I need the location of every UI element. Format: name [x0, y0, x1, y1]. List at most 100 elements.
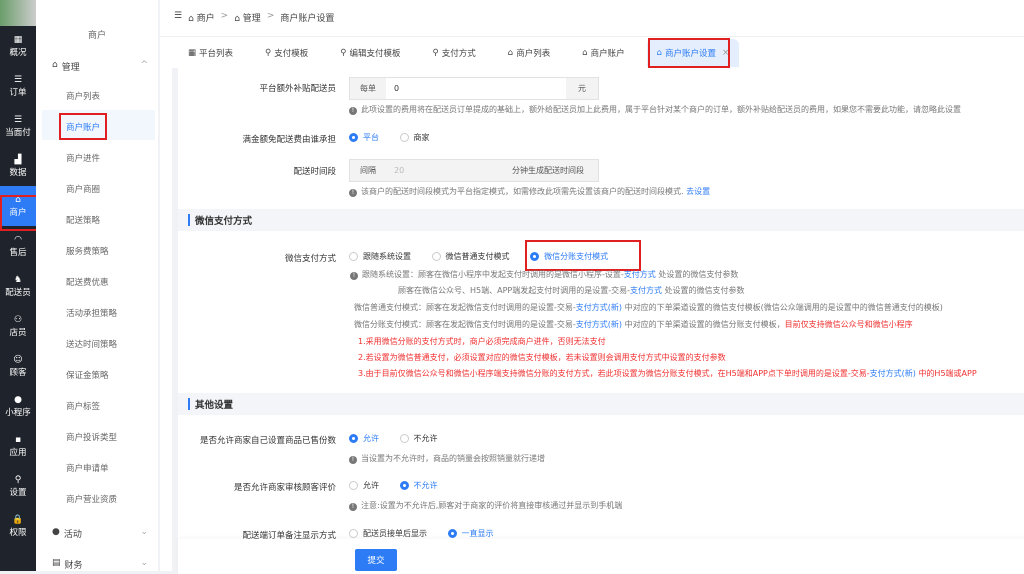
warning-line: 2.若设置为微信普通支付，必须设置对应的微信支付模板，若未设置则会调用支付方式中…	[358, 353, 726, 362]
grid-icon: ▦	[13, 34, 23, 45]
submenu-item[interactable]: 商户账户	[66, 121, 100, 133]
suffix: 分钟生成配送时间段	[498, 160, 598, 181]
wechat-icon: ●	[14, 394, 22, 405]
rail-label: 应用	[9, 447, 27, 458]
subsidy-input-group: 每单 0 元	[349, 77, 599, 100]
tab-icon: ▦	[188, 47, 197, 58]
pay-method-new-link[interactable]: 支付方式(新)	[576, 320, 622, 329]
rail-item-apps[interactable]: ▪ 应用	[0, 426, 36, 466]
tab[interactable]: ⚲ 支付模板	[265, 47, 308, 59]
submenu-item[interactable]: 商户营业资质	[66, 493, 117, 505]
rail-label: 配送员	[5, 287, 31, 298]
pay-method-link[interactable]: 支付方式	[630, 286, 662, 295]
radio-after-accept[interactable]: 配送员接单后显示	[349, 528, 427, 539]
list-icon: ☰	[13, 114, 23, 125]
submenu-item[interactable]: 送达时间策略	[66, 338, 117, 350]
subsidy-note: ! 此项设置的费用将在配送员订单提成的基础上，额外给配送员加上此费用，属于平台针对…	[349, 104, 961, 115]
submenu-title: 商户	[87, 31, 106, 41]
tab[interactable]: ⌂ 商户账户	[582, 47, 624, 59]
warning-line: 1.采用微信分账的支付方式时，商户必须完成商户进件，否则无法支付	[358, 337, 606, 346]
rail-label: 商户	[9, 207, 27, 218]
period-input: 20	[386, 160, 498, 181]
rail-item-list[interactable]: ☰ 当面付	[0, 106, 36, 146]
radio-disallow[interactable]: 不允许	[399, 480, 438, 491]
tab[interactable]: ⌂ 商户列表	[508, 47, 550, 59]
tab[interactable]: ⚲ 编辑支付模板	[340, 47, 400, 59]
submenu: 商户 ⌂ 管理 ^ 商户列表商户账户商户进件商户商圈配送策略服务费策略配送费优惠活动…	[36, 0, 158, 571]
submenu-item[interactable]: 商户进件	[66, 152, 100, 164]
rail-item-users[interactable]: ⚇ 店员	[0, 306, 36, 346]
rail-label: 权限	[9, 527, 27, 538]
submenu-item[interactable]: 活动承担策略	[66, 307, 117, 319]
submenu-item[interactable]: 保证金策略	[66, 369, 109, 381]
rail-item-bar-chart[interactable]: ▟ 数据	[0, 146, 36, 186]
wechat-pay-label: 微信支付方式	[284, 254, 336, 264]
main: ☰ ⌂ 商户 > ⌂ 管理 > 商户账户设置 ▦ 平台列表 ⚲ 支付模板 ⚲ 编辑支付模板 ⚲ 支…	[160, 0, 1024, 574]
rail-item-customer[interactable]: ☺ 顾客	[0, 346, 36, 386]
submenu-item[interactable]: 商户标签	[66, 400, 100, 412]
sold-radio-group: 允许 不允许	[349, 433, 456, 445]
submenu-item[interactable]: 商户投诉类型	[66, 431, 117, 443]
store-icon: ⌂	[15, 194, 21, 205]
breadcrumb-item[interactable]: ⌂ 管理	[234, 11, 261, 24]
radio-follow-system[interactable]: 跟随系统设置	[349, 251, 411, 262]
submenu-item[interactable]: 配送费优惠	[66, 276, 109, 288]
pay-method-link[interactable]: 支付方式	[624, 270, 656, 279]
group-label: 财务	[64, 561, 83, 571]
tab[interactable]: ⚲ 支付方式	[433, 47, 476, 59]
chevron-down-icon: ⌄	[140, 558, 148, 568]
submenu-item[interactable]: 配送策略	[66, 214, 100, 226]
radio-merchant[interactable]: 商家	[399, 132, 430, 143]
radio-platform[interactable]: 平台	[349, 132, 379, 143]
rail-item-lock[interactable]: 🔒 权限	[0, 506, 36, 546]
close-icon[interactable]: ×	[722, 48, 729, 58]
tab-icon: ⚲	[340, 47, 347, 58]
sold-note: ! 当设置为不允许时，商品的销量会按照销量就行递增	[349, 453, 545, 464]
tab-bar: ▦ 平台列表 ⚲ 支付模板 ⚲ 编辑支付模板 ⚲ 支付方式 ⌂ 商户列表 ⌂ 商户账户 ⌂ 商户账户设置 ×	[160, 36, 1024, 68]
submenu-item[interactable]: 商户商圈	[66, 183, 100, 195]
radio-disallow[interactable]: 不允许	[399, 433, 438, 444]
suffix: 元	[566, 78, 598, 99]
rail-item-wechat[interactable]: ● 小程序	[0, 386, 36, 426]
go-settings-link[interactable]: 去设置	[686, 187, 710, 196]
wechat-help-line: 微信分账支付模式：顾客在发起微信支付时调用的是设置-交易-支付方式(新) 中对应…	[354, 320, 913, 329]
tab[interactable]: ▦ 平台列表	[188, 47, 233, 59]
radio-always[interactable]: 一直显示	[447, 528, 494, 539]
rail-item-rider[interactable]: ♞ 配送员	[0, 266, 36, 306]
rail-item-store[interactable]: ⌂ 商户	[0, 186, 36, 226]
submenu-group-activity[interactable]: ● 活动 ⌄	[52, 527, 148, 540]
radio-allow[interactable]: 允许	[349, 433, 379, 444]
submit-button[interactable]: 提交	[355, 549, 397, 571]
rail-item-headset[interactable]: ◠ 售后	[0, 226, 36, 266]
rail-label: 店员	[9, 327, 27, 338]
submenu-item[interactable]: 商户列表	[66, 90, 100, 102]
submenu-group-finance[interactable]: ▤ 财务 ⌄	[52, 558, 148, 571]
submenu-item[interactable]: 服务费策略	[66, 245, 109, 257]
collapse-menu-icon[interactable]: ☰	[174, 11, 182, 24]
radio-wechat-normal[interactable]: 微信普通支付模式	[431, 251, 510, 262]
radio-wechat-split[interactable]: 微信分账支付模式	[530, 251, 608, 262]
section-wechat: 微信支付方式	[178, 209, 1024, 231]
tab[interactable]: ⌂ 商户账户设置 ×	[646, 38, 740, 67]
free-bearer-radio-group: 平台 商家	[349, 132, 448, 144]
pay-method-new-link[interactable]: 支付方式(新)	[870, 369, 916, 378]
submenu-group-manage[interactable]: ⌂ 管理 ^	[52, 60, 148, 73]
prefix: 间隔	[350, 160, 386, 181]
tab-icon: ⌂	[656, 47, 663, 58]
rail-item-user-gear[interactable]: ⚲ 设置	[0, 466, 36, 506]
rail-label: 设置	[9, 487, 27, 498]
review-note: ! 注意:设置为不允许后,顾客对于商家的评价将直接审核通过并显示到手机端	[349, 500, 622, 511]
bar-chart-icon: ▟	[14, 154, 22, 165]
chevron-down-icon: ⌄	[140, 527, 148, 537]
submenu-item[interactable]: 商户申请单	[66, 462, 109, 474]
warning-line: 3.由于目前仅微信公众号和微信小程序端支持微信分账的支付方式，若此项设置为微信分…	[358, 369, 977, 378]
breadcrumb-current: 商户账户设置	[280, 14, 335, 24]
rail-item-list[interactable]: ☰ 订单	[0, 66, 36, 106]
wechat-help-line: ! 跟随系统设置：顾客在微信小程序中发起支付时调用的是微信小程序-设置-支付方式 …	[350, 269, 738, 280]
breadcrumb-item[interactable]: ⌂ 商户	[188, 11, 215, 24]
pay-method-new-link[interactable]: 支付方式(新)	[576, 303, 622, 312]
subsidy-input[interactable]: 0	[386, 78, 566, 99]
radio-allow[interactable]: 允许	[349, 480, 379, 491]
rail-item-grid[interactable]: ▦ 概况	[0, 26, 36, 66]
customer-icon: ☺	[13, 354, 23, 365]
